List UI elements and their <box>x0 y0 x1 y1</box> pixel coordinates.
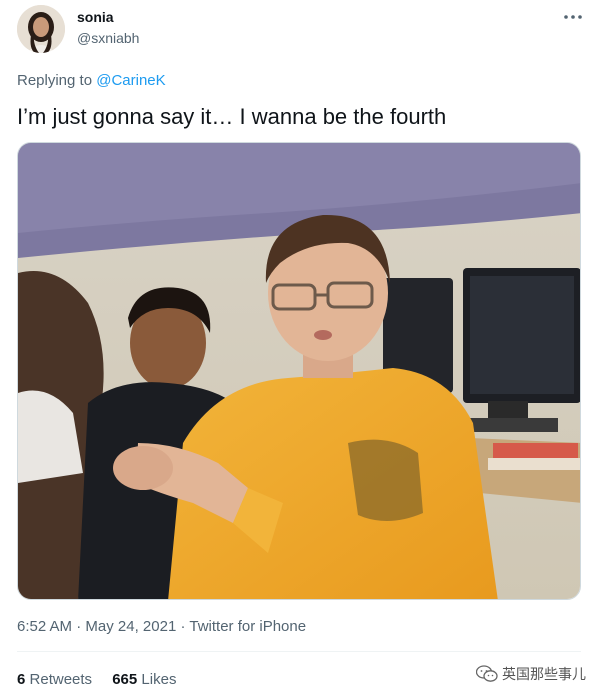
retweets-stat[interactable]: 6 Retweets <box>17 671 92 688</box>
avatar[interactable] <box>17 5 65 53</box>
tweet-meta: 6:52 AM · May 24, 2021 · Twitter for iPh… <box>17 618 306 635</box>
watermark: 英国那些事儿 <box>476 664 586 684</box>
avatar-image <box>17 5 65 53</box>
divider <box>17 651 581 652</box>
meta-separator: · <box>176 618 190 635</box>
wechat-icon <box>476 665 498 682</box>
tweet-stats: 6 Retweets 665 Likes <box>17 671 192 688</box>
more-horizontal-icon[interactable] <box>562 10 584 24</box>
tweet-media-image[interactable] <box>17 142 581 600</box>
likes-stat[interactable]: 665 Likes <box>112 671 176 688</box>
likes-label: Likes <box>141 671 177 688</box>
tweet-source-link[interactable]: Twitter for iPhone <box>189 618 306 635</box>
meta-separator: · <box>72 618 86 635</box>
author-name[interactable]: sonia <box>77 9 114 25</box>
tweet-text: I’m just gonna say it… I wanna be the fo… <box>17 104 447 129</box>
tweet-date[interactable]: May 24, 2021 <box>85 618 176 635</box>
retweets-count: 6 <box>17 671 26 688</box>
author-handle[interactable]: @sxniabh <box>77 30 139 46</box>
replying-to: Replying to @CarineK <box>17 72 166 89</box>
tweet-time[interactable]: 6:52 AM <box>17 618 72 635</box>
retweets-label: Retweets <box>29 671 93 688</box>
reply-mention-link[interactable]: @CarineK <box>96 72 165 89</box>
meme-photo <box>18 143 580 599</box>
watermark-text: 英国那些事儿 <box>502 666 586 682</box>
likes-count: 665 <box>112 671 138 688</box>
replying-to-label: Replying to <box>17 72 93 89</box>
